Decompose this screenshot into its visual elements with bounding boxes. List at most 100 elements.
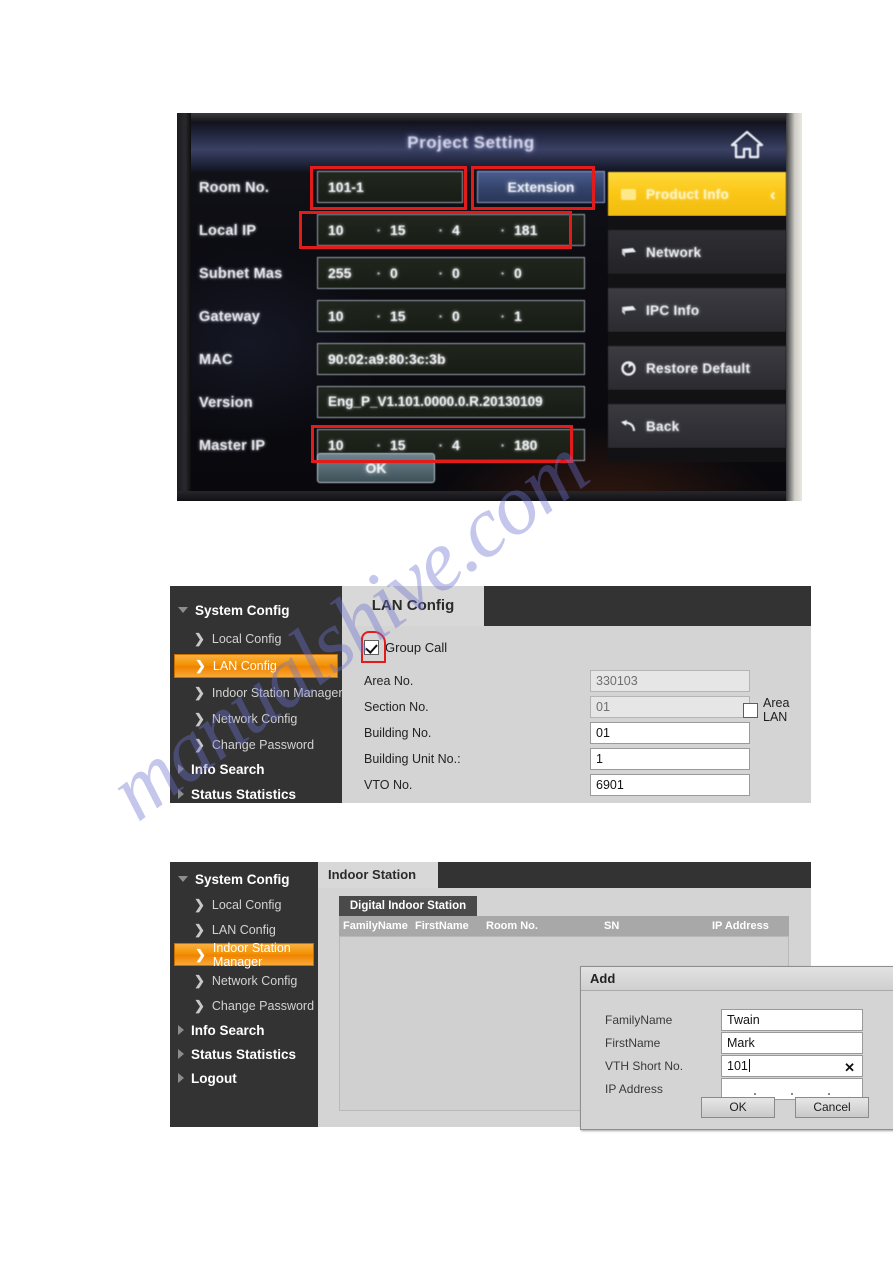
octet-dot: ·: [500, 265, 506, 281]
side-item-label: Restore Default: [646, 360, 751, 376]
column-header-firstname: FirstName: [415, 920, 469, 932]
dialog-ok-button[interactable]: OK: [701, 1097, 775, 1118]
sidebar-item-label: Change Password: [211, 998, 315, 1013]
chevron-left-icon: ‹: [770, 185, 776, 204]
sidebar-group-status-statistics[interactable]: Status Statistics: [170, 783, 350, 805]
back-arrow-icon: [621, 419, 636, 431]
field-section-no: Section No. 01: [364, 696, 784, 718]
sidebar-group-info-search[interactable]: Info Search: [170, 1019, 326, 1041]
sidebar-group-label: Info Search: [191, 761, 265, 777]
side-item-network[interactable]: Network: [608, 230, 786, 274]
sidebar-item-network-config[interactable]: ❯ Network Config: [174, 708, 358, 730]
side-item-restore-default[interactable]: Restore Default: [608, 346, 786, 390]
section-no-input: 01: [590, 696, 750, 718]
octet: 1: [514, 308, 522, 324]
gateway-input[interactable]: 10 · 15 · 0 · 1: [317, 300, 585, 332]
menu-gap: [608, 216, 786, 230]
sidebar-group-label: Info Search: [191, 1022, 265, 1038]
octet-dot: ·: [376, 265, 382, 281]
indoor-content: Digital Indoor Station FamilyName FirstN…: [318, 888, 893, 1130]
area-lan-checkbox[interactable]: [743, 702, 758, 718]
side-item-back[interactable]: Back: [608, 404, 786, 448]
octet: 10: [328, 308, 344, 324]
annotation-local-ip: [299, 211, 572, 249]
sidebar-group-info-search[interactable]: Info Search: [170, 758, 350, 780]
building-unit-no-label: Building Unit No.:: [364, 752, 461, 766]
subnet-mask-input[interactable]: 255 · 0 · 0 · 0: [317, 257, 585, 289]
indoor-sidebar: System Config ❯ Local Config ❯ LAN Confi…: [170, 862, 318, 1127]
sidebar-group-logout[interactable]: Logout: [170, 1067, 326, 1089]
side-item-label: Network: [646, 244, 702, 260]
chevron-right-icon: [178, 1049, 184, 1059]
octet-dot: ·: [438, 265, 444, 281]
table-header-row: FamilyName FirstName Room No. SN IP Addr…: [339, 916, 789, 937]
firstname-input[interactable]: Mark: [721, 1032, 863, 1054]
sidebar-item-label: Network Config: [211, 973, 298, 988]
vto-no-input[interactable]: 6901: [590, 774, 750, 796]
sidebar-item-label: Change Password: [211, 738, 315, 752]
bezel-top: [177, 113, 802, 122]
vth-short-no-input[interactable]: 101 ✕: [721, 1055, 863, 1077]
sidebar-group-label: Status Statistics: [191, 1046, 297, 1062]
field-area-no: Area No. 330103: [364, 670, 784, 692]
tab-indoor-station[interactable]: Indoor Station: [318, 862, 438, 888]
ip-separator-dot: [828, 1093, 831, 1095]
chevron-right-icon: [178, 1073, 184, 1083]
sidebar-item-indoor-station-manager[interactable]: ❯ Indoor Station Manager: [174, 682, 358, 704]
sidebar-item-indoor-station-manager[interactable]: ❯ Indoor Station Manager: [174, 941, 314, 969]
group-call-label: Group Call: [385, 640, 448, 655]
side-item-product-info[interactable]: Product Info ‹: [608, 172, 786, 216]
info-icon: [621, 188, 636, 200]
dialog-cancel-button[interactable]: Cancel: [795, 1097, 869, 1118]
vto-no-label: VTO No.: [364, 778, 413, 792]
mac-label: MAC: [199, 352, 233, 368]
octet-dot: ·: [438, 308, 444, 324]
sidebar-item-local-config[interactable]: ❯ Local Config: [174, 628, 358, 650]
sidebar-item-label: Network Config: [211, 712, 298, 726]
sidebar-item-lan-config[interactable]: ❯ LAN Config: [174, 654, 338, 678]
chevron-right-icon: ❯: [194, 921, 205, 937]
annotation-master-ip: [311, 425, 573, 463]
dialog-field-firstname: FirstName Mark: [605, 1032, 885, 1054]
sidebar-group-status-statistics[interactable]: Status Statistics: [170, 1043, 326, 1065]
chevron-right-icon: ❯: [194, 631, 205, 646]
sidebar-item-change-password[interactable]: ❯ Change Password: [174, 995, 334, 1016]
field-building-no: Building No. 01: [364, 722, 784, 744]
familyname-input[interactable]: Twain: [721, 1009, 863, 1031]
clear-x-icon[interactable]: ✕: [844, 1058, 855, 1078]
chevron-right-icon: ❯: [194, 685, 205, 700]
building-no-label: Building No.: [364, 726, 432, 740]
annotation-group-call: [361, 631, 386, 663]
chevron-right-icon: ❯: [194, 711, 205, 726]
sidebar-item-network-config[interactable]: ❯ Network Config: [174, 970, 334, 991]
building-unit-no-input[interactable]: 1: [590, 748, 750, 770]
octet: 0: [390, 265, 398, 281]
tab-lan-config[interactable]: LAN Config: [342, 586, 484, 626]
sidebar-item-label: Local Config: [211, 632, 282, 646]
sidebar-item-change-password[interactable]: ❯ Change Password: [174, 734, 358, 756]
chevron-right-icon: ❯: [195, 946, 206, 962]
sidebar-group-system-config[interactable]: System Config: [170, 599, 350, 621]
version-value: Eng_P_V1.101.0000.0.R.20130109: [317, 386, 585, 418]
sidebar-item-label: LAN Config: [211, 922, 276, 937]
annotation-room-no: [310, 166, 467, 210]
octet: 0: [452, 308, 460, 324]
lan-sidebar: System Config ❯ Local Config ❯ LAN Confi…: [170, 586, 343, 803]
home-icon[interactable]: [730, 129, 764, 159]
octet-dot: ·: [500, 308, 506, 324]
wall-strip: [786, 113, 802, 501]
sidebar-item-lan-config[interactable]: ❯ LAN Config: [174, 919, 334, 940]
sidebar-group-system-config[interactable]: System Config: [170, 868, 326, 890]
lan-content: Group Call Area No. 330103 Section No. 0…: [342, 626, 811, 803]
building-no-input[interactable]: 01: [590, 722, 750, 744]
room-no-label: Room No.: [199, 180, 270, 196]
area-no-input: 330103: [590, 670, 750, 692]
sidebar-item-label: LAN Config: [212, 659, 277, 673]
area-lan-label: Area LAN: [763, 696, 790, 724]
side-item-ipc-info[interactable]: IPC Info: [608, 288, 786, 332]
area-no-label: Area No.: [364, 674, 414, 688]
sidebar-item-label: Indoor Station Manager: [211, 686, 343, 700]
sub-tab-digital-indoor-station[interactable]: Digital Indoor Station: [339, 896, 477, 916]
sidebar-item-local-config[interactable]: ❯ Local Config: [174, 894, 334, 915]
sidebar-group-label: Status Statistics: [191, 786, 297, 802]
